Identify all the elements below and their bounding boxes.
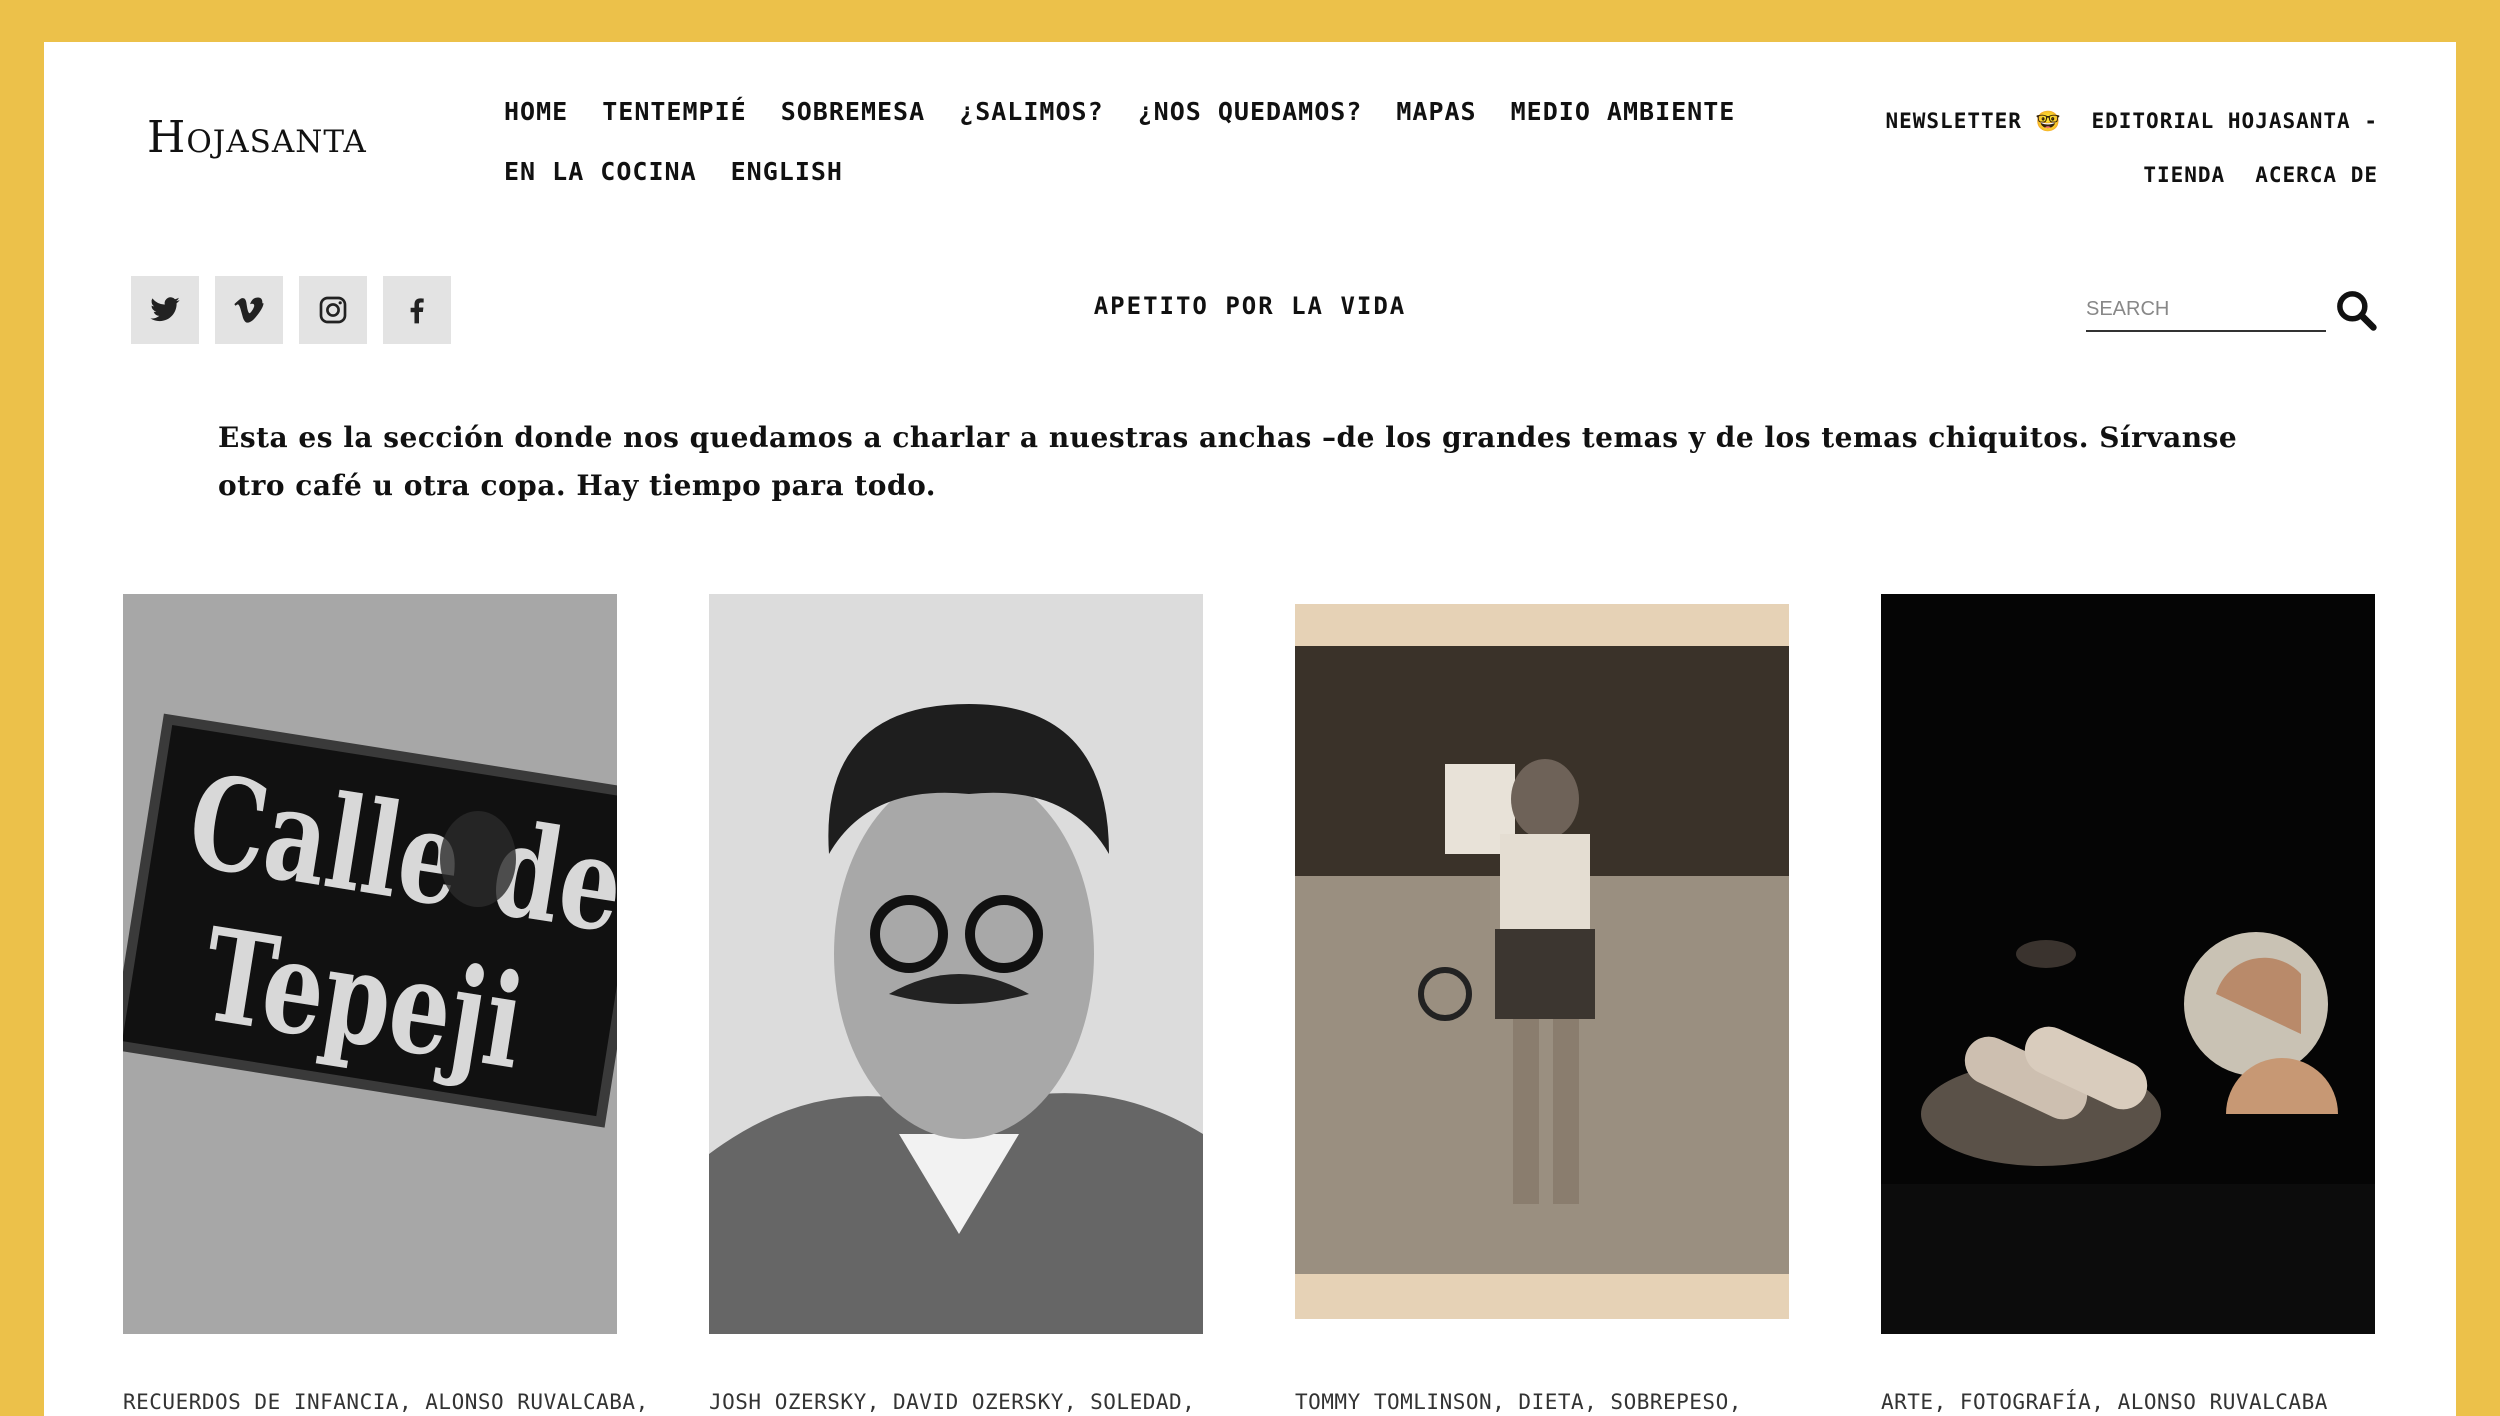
secondary-nav: NEWSLETTER 🤓 EDITORIAL HOJASANTA - TIEND…: [1818, 94, 2378, 202]
nav-en-la-cocina[interactable]: EN LA COCINA: [504, 142, 697, 202]
nav-mapas[interactable]: MAPAS: [1396, 82, 1476, 142]
vintage-child-photo: [1295, 594, 1789, 1334]
article-tags: JOSH OZERSKY, DAVID OZERSKY, SOLEDAD,: [709, 1390, 1196, 1414]
article-card[interactable]: JOSH OZERSKY, DAVID OZERSKY, SOLEDAD,: [709, 594, 1203, 1414]
article-image[interactable]: [1881, 594, 2375, 1334]
article-card[interactable]: Calle de Tepeji RECUERDOS DE INFANCIA, A…: [123, 594, 649, 1414]
nav-tentempie[interactable]: TENTEMPIÉ: [602, 82, 746, 142]
article-tags: RECUERDOS DE INFANCIA, ALONSO RUVALCABA,: [123, 1390, 649, 1414]
nav-sobremesa[interactable]: SOBREMESA: [781, 82, 925, 142]
article-image[interactable]: [1295, 594, 1789, 1334]
article-card[interactable]: TOMMY TOMLINSON, DIETA, SOBREPESO,: [1295, 594, 1789, 1414]
nav-home[interactable]: HOME: [504, 82, 568, 142]
portrait-photo: [709, 594, 1203, 1334]
article-tags: ARTE, FOTOGRAFÍA, ALONSO RUVALCABA: [1881, 1390, 2328, 1414]
street-sign-photo: Calle de Tepeji: [123, 594, 617, 1334]
article-tags: TOMMY TOMLINSON, DIETA, SOBREPESO,: [1295, 1390, 1742, 1414]
still-life-photo: [1881, 594, 2375, 1334]
newsletter-label: NEWSLETTER: [1885, 109, 2022, 133]
article-image[interactable]: [709, 594, 1203, 1334]
search-icon[interactable]: [2334, 288, 2378, 332]
section-intro: Esta es la sección donde nos quedamos a …: [218, 421, 2238, 502]
newsletter-link[interactable]: NEWSLETTER 🤓: [1885, 94, 2061, 148]
main-nav: HOME TENTEMPIÉ SOBREMESA ¿SALIMOS? ¿NOS …: [504, 82, 1794, 202]
tienda-link[interactable]: TIENDA: [2143, 148, 2225, 202]
nav-medio-ambiente[interactable]: MEDIO AMBIENTE: [1511, 82, 1736, 142]
editorial-link[interactable]: EDITORIAL HOJASANTA -: [2091, 94, 2378, 148]
search-box: [2086, 288, 2378, 332]
nav-nos-quedamos[interactable]: ¿NOS QUEDAMOS?: [1138, 82, 1363, 142]
site-logo[interactable]: Hojasanta: [147, 112, 367, 163]
page: Hojasanta HOME TENTEMPIÉ SOBREMESA ¿SALI…: [44, 42, 2456, 1416]
acerca-link[interactable]: ACERCA DE: [2255, 148, 2378, 202]
nerd-emoji-icon: 🤓: [2035, 109, 2062, 133]
nav-salimos[interactable]: ¿SALIMOS?: [959, 82, 1103, 142]
nav-english[interactable]: ENGLISH: [731, 142, 843, 202]
article-card[interactable]: ARTE, FOTOGRAFÍA, ALONSO RUVALCABA: [1881, 594, 2375, 1414]
search-input[interactable]: [2086, 288, 2326, 332]
article-image[interactable]: Calle de Tepeji: [123, 594, 617, 1334]
article-grid: Calle de Tepeji RECUERDOS DE INFANCIA, A…: [123, 594, 2375, 1414]
